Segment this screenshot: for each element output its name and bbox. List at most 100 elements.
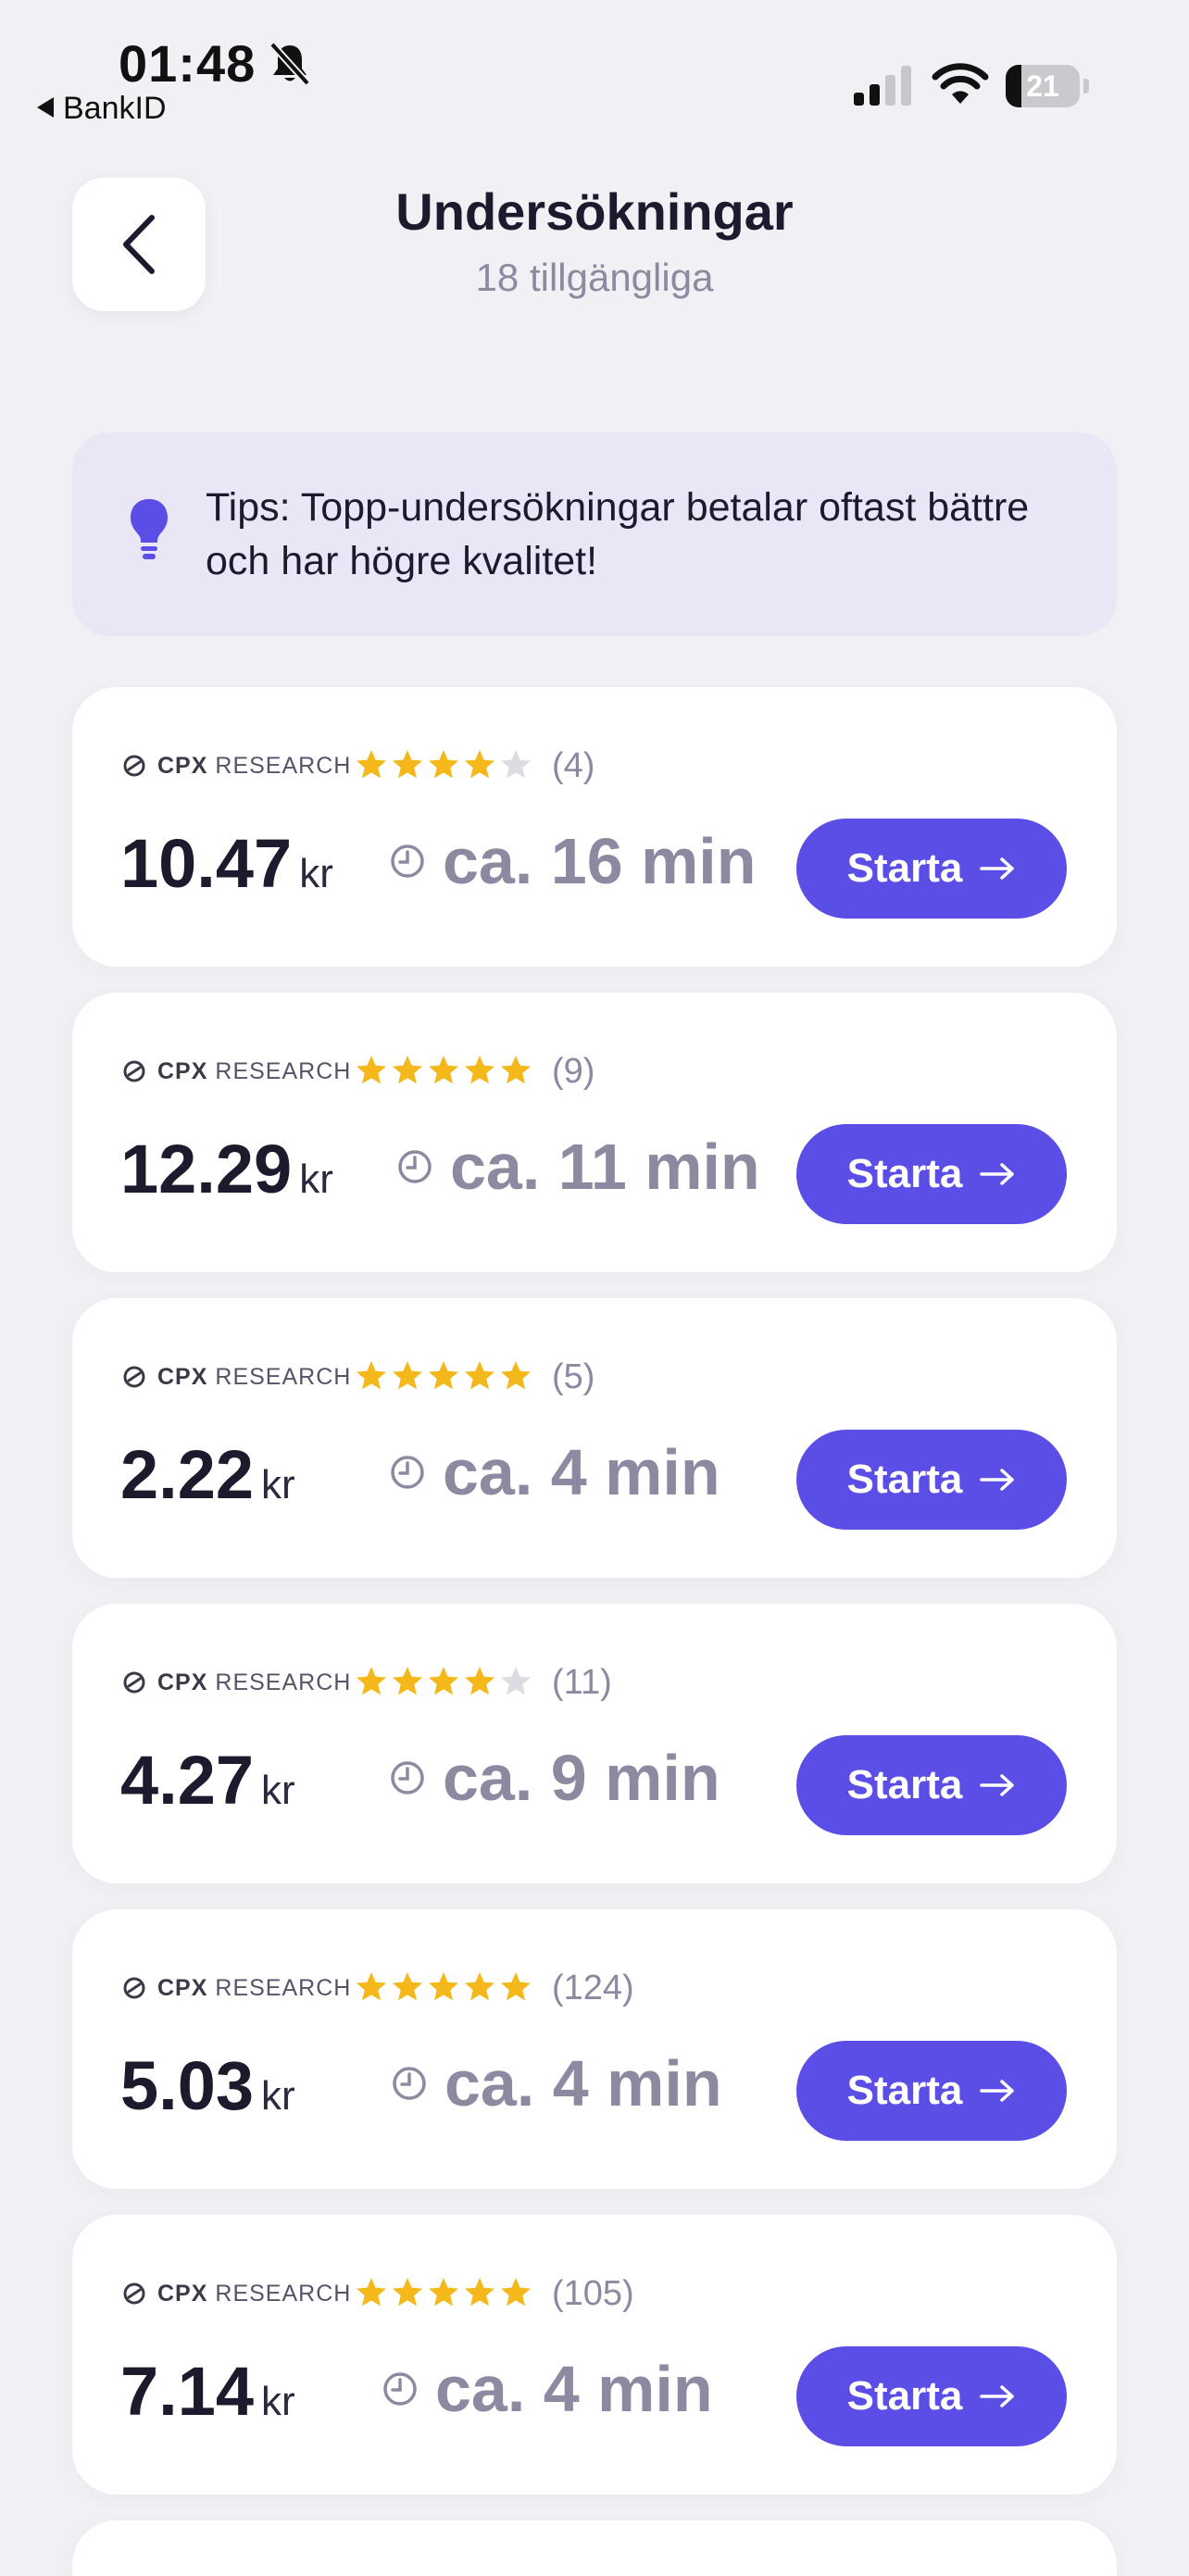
star-filled-icon (465, 1361, 494, 1390)
cpx-logo-icon (123, 755, 145, 777)
cpx-logo-icon (123, 2282, 145, 2305)
survey-card[interactable]: CPX RESEARCH (105) 7.14 kr ca. 4 min Star… (72, 2215, 1117, 2495)
tip-banner: Tips: Topp-undersökningar betalar oftast… (72, 432, 1117, 636)
provider-name-strong: CPX (157, 1974, 208, 2001)
survey-card-partial[interactable] (72, 2520, 1117, 2576)
start-survey-button[interactable]: Starta (796, 2346, 1067, 2446)
start-button-label: Starta (846, 1151, 963, 1196)
star-empty-icon (501, 750, 531, 779)
tip-text: Tips: Topp-undersökningar betalar oftast… (206, 485, 1030, 583)
duration-text: ca. 4 min (443, 1436, 720, 1508)
survey-duration: ca. 11 min (396, 1130, 760, 1204)
provider-name-strong: CPX (157, 1363, 208, 1390)
cellular-signal-icon (854, 66, 911, 106)
star-filled-icon (465, 1056, 494, 1084)
review-count: (105) (552, 2274, 634, 2313)
provider-name-rest: RESEARCH (215, 1057, 352, 1084)
star-filled-icon (393, 750, 422, 779)
start-survey-button[interactable]: Starta (796, 2041, 1067, 2141)
cpx-logo-icon (123, 1977, 145, 1999)
arrow-right-icon (980, 1774, 1015, 1796)
start-survey-button[interactable]: Starta (796, 1735, 1067, 1835)
bell-slash-icon (269, 42, 310, 86)
start-button-label: Starta (846, 2068, 963, 2113)
star-filled-icon (357, 1972, 386, 2001)
start-survey-button[interactable]: Starta (796, 819, 1067, 919)
clock-icon (393, 2067, 426, 2100)
review-count: (124) (552, 1969, 634, 2007)
star-filled-icon (393, 1972, 422, 2001)
survey-reward: 12.29 kr (120, 1130, 333, 1208)
provider-name-rest: RESEARCH (215, 2280, 352, 2307)
star-filled-icon (501, 1056, 531, 1084)
clock-icon (391, 844, 424, 878)
battery-level: 21 (1026, 69, 1059, 103)
survey-reward: 2.22 kr (120, 1435, 295, 1514)
status-bar: 01:48 BankID 21 (0, 0, 1189, 139)
survey-reward: 7.14 kr (120, 2352, 295, 2431)
survey-duration: ca. 4 min (391, 2046, 722, 2120)
star-filled-icon (393, 1056, 422, 1084)
provider-name-rest: RESEARCH (215, 1974, 352, 2001)
star-filled-icon (501, 1972, 531, 2001)
duration-text: ca. 9 min (443, 1742, 720, 1814)
provider-logo: CPX RESEARCH (122, 1361, 351, 1393)
provider-name-rest: RESEARCH (215, 1669, 352, 1695)
survey-duration: ca. 4 min (389, 1435, 720, 1509)
star-filled-icon (393, 2278, 422, 2307)
back-triangle-icon (37, 97, 54, 119)
reward-currency: kr (261, 2073, 295, 2119)
rating-stars (356, 746, 536, 783)
reward-amount: 12.29 (120, 1131, 293, 1207)
star-filled-icon (429, 2278, 458, 2307)
star-filled-icon (429, 750, 458, 779)
duration-text: ca. 16 min (443, 825, 757, 897)
duration-text: ca. 11 min (450, 1131, 760, 1203)
provider-logo: CPX RESEARCH (122, 750, 351, 782)
clock-icon (398, 1150, 432, 1183)
reward-currency: kr (261, 1768, 295, 1813)
star-filled-icon (357, 1667, 386, 1695)
start-button-label: Starta (846, 1762, 963, 1807)
back-to-app-link[interactable]: BankID (37, 91, 167, 127)
survey-card[interactable]: CPX RESEARCH (5) 2.22 kr ca. 4 min Starta (72, 1298, 1117, 1578)
survey-card[interactable]: CPX RESEARCH (4) 10.47 kr ca. 16 min Star… (72, 687, 1117, 967)
survey-card[interactable]: CPX RESEARCH (11) 4.27 kr ca. 9 min Start… (72, 1604, 1117, 1883)
start-survey-button[interactable]: Starta (796, 1124, 1067, 1224)
star-filled-icon (465, 1667, 494, 1695)
status-time: 01:48 (119, 34, 257, 93)
star-empty-icon (501, 1667, 531, 1695)
star-filled-icon (429, 1361, 458, 1390)
survey-reward: 10.47 kr (120, 824, 333, 903)
provider-name-strong: CPX (157, 1669, 208, 1695)
cpx-logo-icon (123, 1366, 145, 1388)
reward-currency: kr (299, 1157, 333, 1202)
start-survey-button[interactable]: Starta (796, 1430, 1067, 1530)
survey-reward: 4.27 kr (120, 1741, 295, 1819)
clock-icon (391, 1456, 424, 1489)
star-filled-icon (465, 2278, 494, 2307)
page-title: Undersökningar (395, 182, 794, 241)
star-filled-icon (465, 750, 494, 779)
page-subtitle: 18 tillgängliga (475, 256, 714, 299)
review-count: (9) (552, 1052, 595, 1091)
rating-stars (356, 1663, 536, 1700)
star-filled-icon (501, 2278, 531, 2307)
survey-card[interactable]: CPX RESEARCH (9) 12.29 kr ca. 11 min Star… (72, 993, 1117, 1272)
reward-currency: kr (299, 851, 333, 896)
survey-card[interactable]: CPX RESEARCH (124) 5.03 kr ca. 4 min Star… (72, 1909, 1117, 2189)
star-filled-icon (357, 2278, 386, 2307)
rating-stars (356, 1052, 536, 1089)
reward-amount: 5.03 (120, 2047, 255, 2124)
battery-icon: 21 (1006, 65, 1091, 107)
reward-amount: 10.47 (120, 825, 293, 902)
start-button-label: Starta (846, 1457, 963, 1502)
clock-icon (383, 2372, 417, 2406)
arrow-right-icon (980, 857, 1015, 880)
star-filled-icon (429, 1667, 458, 1695)
provider-logo: CPX RESEARCH (122, 1667, 351, 1698)
lightbulb-icon (131, 499, 168, 559)
rating-stars (356, 1969, 536, 2006)
duration-text: ca. 4 min (444, 2047, 722, 2120)
cpx-logo-icon (123, 1671, 145, 1694)
